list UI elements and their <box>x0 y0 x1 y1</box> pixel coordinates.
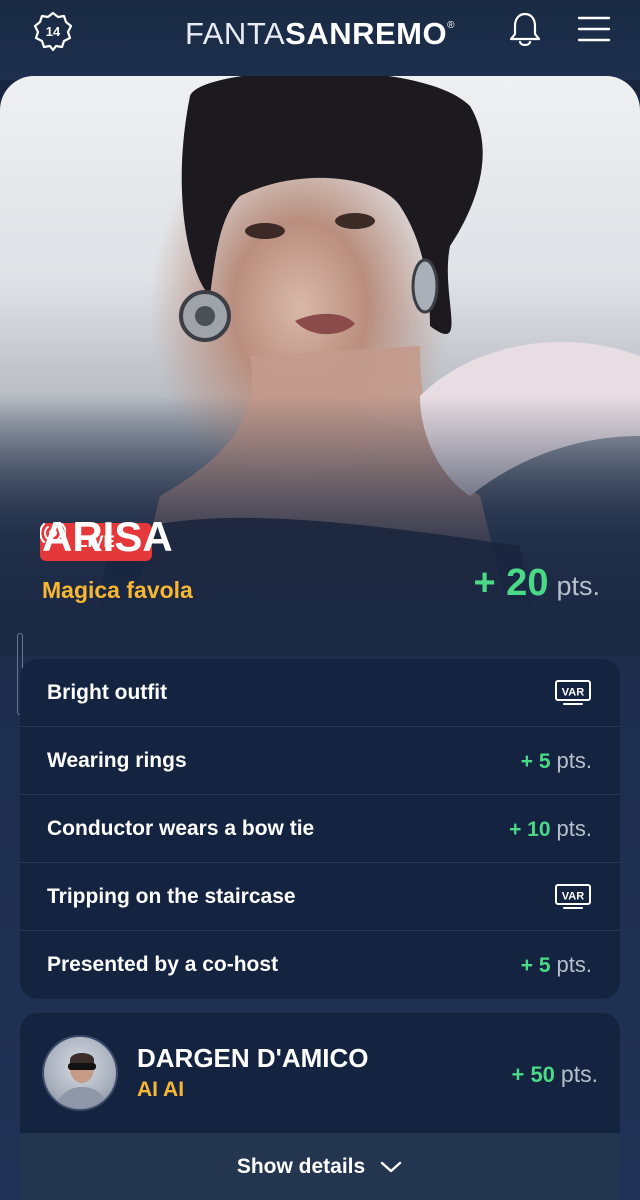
var-text: VAR <box>562 686 584 698</box>
card-points-value: + 50 <box>511 1062 555 1087</box>
var-text: VAR <box>562 890 584 902</box>
card-song-title: AI AI <box>137 1078 185 1101</box>
show-details-button[interactable]: Show details <box>20 1133 620 1200</box>
bonus-points-value: + 5 <box>520 749 551 773</box>
chevron-down-icon <box>380 1161 402 1172</box>
bonus-points-value: + 5 <box>520 954 551 977</box>
bonus-row[interactable]: Conductor wears a bow tie + 10 pts. <box>20 795 620 863</box>
bonus-list: Bright outfit VAR Wearing rings + 5 pts.… <box>20 659 620 999</box>
var-icon: VAR <box>555 883 591 909</box>
bonus-points: + 5 pts. <box>521 952 592 978</box>
bonus-points-unit: pts. <box>556 815 592 841</box>
artist-card[interactable]: DARGEN D'AMICO AI AI + 50 pts. Show deta… <box>20 1013 620 1200</box>
song-title: Magica favola <box>42 577 193 603</box>
bonus-label: Tripping on the staircase <box>47 884 296 908</box>
menu-icon[interactable] <box>577 15 611 43</box>
app-logo[interactable]: FANTASANREMO® <box>0 16 640 52</box>
points-value: + 20 <box>473 562 549 604</box>
var-icon: VAR <box>555 679 591 705</box>
bonus-points: + 5 pts. <box>521 748 592 774</box>
bonus-label: Bright outfit <box>47 680 168 704</box>
avatar <box>42 1035 118 1111</box>
bonus-label: Conductor wears a bow tie <box>47 816 315 840</box>
bonus-label: Wearing rings <box>47 748 187 772</box>
card-points: + 50 pts. <box>511 1061 598 1088</box>
bonus-points-unit: pts. <box>556 952 592 977</box>
logo-mark: ® <box>447 20 455 31</box>
logo-bold: SANREMO <box>285 16 448 51</box>
bonus-points-value: + 10 <box>509 817 551 841</box>
artist-total-points: + 20 pts. <box>473 562 600 605</box>
app-header: 14 FANTASANREMO® <box>0 0 640 80</box>
bell-icon[interactable] <box>508 10 542 48</box>
logo-thin: FANTA <box>185 16 286 51</box>
bonus-points-unit: pts. <box>556 747 592 773</box>
bonus-label: Presented by a co-host <box>47 953 279 976</box>
artist-name: ARISA <box>42 513 173 560</box>
bonus-points: + 10 pts. <box>509 816 592 842</box>
bonus-row[interactable]: Tripping on the staircase VAR <box>20 863 620 931</box>
card-artist-name: DARGEN D'AMICO <box>137 1043 369 1073</box>
bonus-row[interactable]: Bright outfit VAR <box>20 659 620 727</box>
bonus-row[interactable]: Wearing rings + 5 pts. <box>20 727 620 795</box>
points-unit: pts. <box>556 571 600 601</box>
card-points-unit: pts. <box>560 1061 598 1087</box>
bonus-row[interactable]: Presented by a co-host + 5 pts. <box>20 931 620 999</box>
show-details-label: Show details <box>236 1154 366 1178</box>
